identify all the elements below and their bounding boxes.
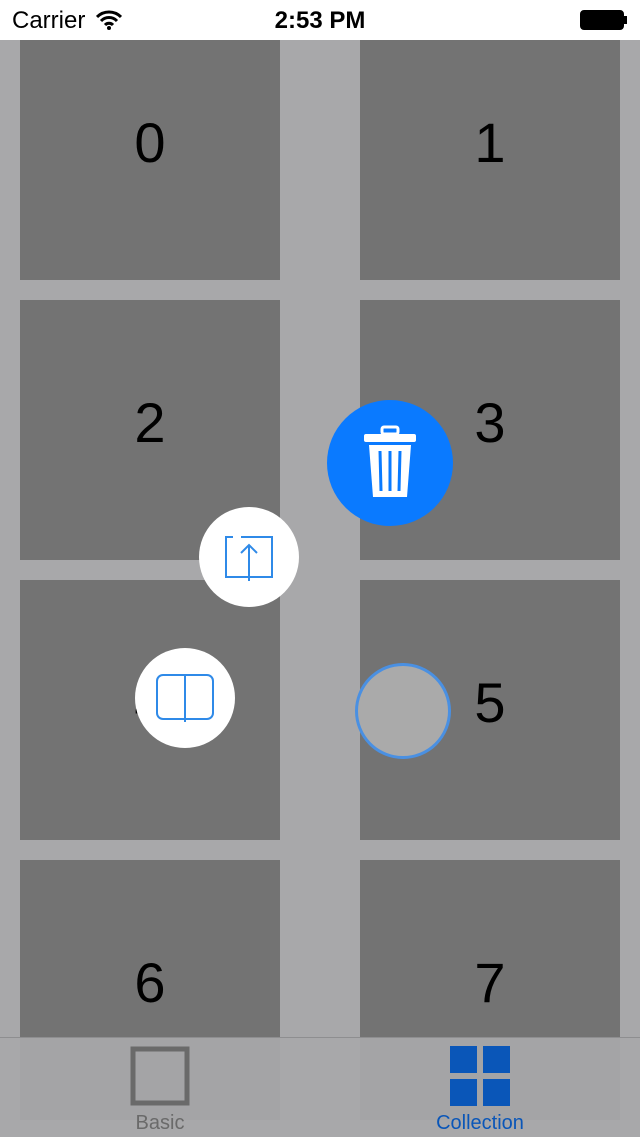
status-bar: Carrier 2:53 PM bbox=[0, 0, 640, 40]
grid-icon bbox=[450, 1046, 510, 1106]
menu-toggle-button[interactable] bbox=[355, 663, 451, 759]
cell-label: 0 bbox=[134, 110, 166, 174]
book-icon bbox=[156, 674, 214, 722]
trash-icon bbox=[364, 425, 416, 497]
collection-cell-1[interactable]: 1 bbox=[360, 20, 620, 280]
status-time: 2:53 PM bbox=[274, 7, 366, 34]
delete-button[interactable] bbox=[327, 400, 453, 526]
tab-label: Basic bbox=[135, 1112, 185, 1134]
cell-label: 2 bbox=[134, 390, 166, 454]
cell-label: 7 bbox=[474, 950, 506, 1014]
tab-bar: Basic Collection bbox=[0, 1037, 640, 1137]
cell-label: 5 bbox=[474, 670, 506, 734]
tab-collection[interactable]: Collection bbox=[380, 1038, 580, 1137]
read-button[interactable] bbox=[135, 648, 235, 748]
cell-label: 1 bbox=[474, 110, 506, 174]
share-button[interactable] bbox=[199, 507, 299, 607]
tab-basic[interactable]: Basic bbox=[60, 1038, 260, 1137]
cell-label: 6 bbox=[134, 950, 166, 1014]
battery-icon bbox=[580, 10, 627, 30]
square-outline-icon bbox=[130, 1046, 190, 1106]
share-icon bbox=[225, 536, 273, 581]
tab-label: Collection bbox=[436, 1112, 524, 1134]
cell-label: 3 bbox=[474, 390, 506, 454]
collection-cell-0[interactable]: 0 bbox=[20, 20, 280, 280]
